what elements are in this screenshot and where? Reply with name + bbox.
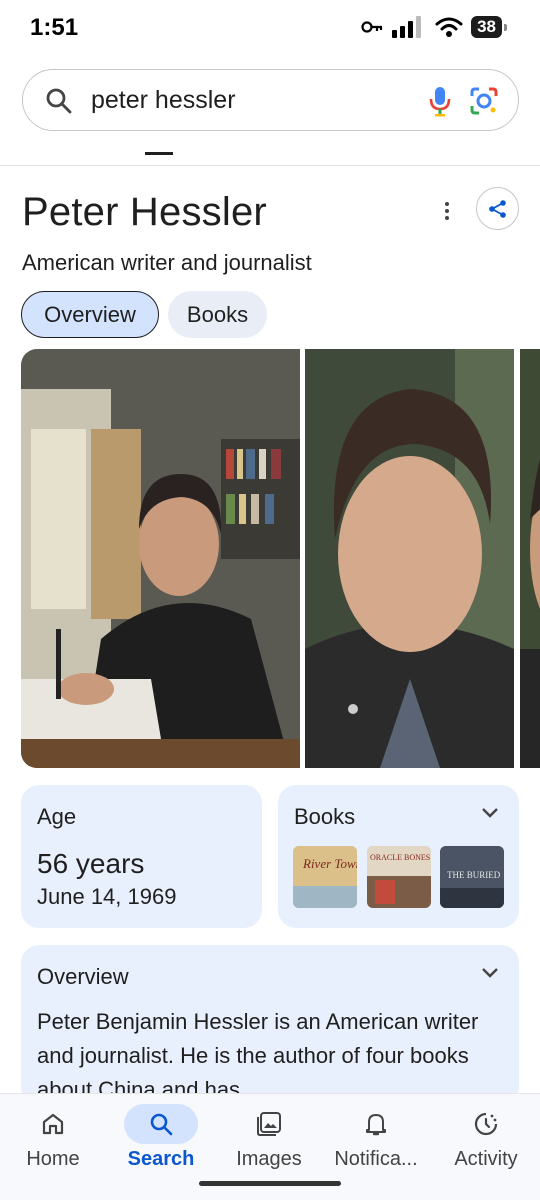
photo-1[interactable] — [21, 349, 300, 768]
home-icon — [42, 1113, 64, 1135]
photo-2[interactable] — [305, 349, 514, 768]
key-icon — [361, 21, 383, 33]
search-tab-strip[interactable] — [0, 140, 540, 166]
overview-card[interactable]: Overview Peter Benjamin Hessler is an Am… — [21, 945, 519, 1105]
nav-activity[interactable]: Activity — [432, 1094, 540, 1194]
photo-3[interactable] — [520, 349, 540, 768]
book-title-2: ORACLE BONES — [370, 853, 430, 862]
entity-title: Peter Hessler — [22, 190, 267, 234]
status-time: 1:51 — [30, 14, 79, 41]
wifi-icon — [435, 17, 463, 37]
image-carousel[interactable] — [21, 349, 540, 768]
age-value: 56 years — [37, 848, 145, 879]
chip-overview[interactable]: Overview — [21, 291, 159, 338]
overview-label: Overview — [37, 964, 129, 989]
home-indicator[interactable] — [199, 1181, 341, 1186]
chevron-down-icon[interactable] — [481, 807, 499, 819]
share-icon — [488, 199, 506, 218]
chip-books[interactable]: Books — [168, 291, 267, 338]
age-card[interactable]: Age 56 years June 14, 1969 — [21, 785, 262, 928]
book-title-1: River Town — [302, 856, 357, 871]
nav-search[interactable]: Search — [108, 1094, 214, 1194]
books-label: Books — [294, 804, 356, 829]
status-icons: 38 — [361, 16, 507, 38]
book-cover-oracle-bones[interactable]: ORACLE BONES — [367, 846, 431, 908]
books-card[interactable]: Books River Town ORACLE BONES THE BURIED — [278, 785, 519, 928]
bell-icon — [366, 1114, 386, 1136]
overview-text: Peter Benjamin Hessler is an American wr… — [37, 1009, 479, 1102]
nav-search-label: Search — [127, 1148, 195, 1170]
signal-icon — [392, 16, 422, 38]
google-lens-icon[interactable] — [468, 85, 500, 117]
nav-home-label: Home — [26, 1148, 80, 1170]
birth-date: June 14, 1969 — [37, 884, 177, 909]
chevron-down-icon[interactable] — [481, 967, 499, 979]
nav-activity-label: Activity — [454, 1148, 518, 1170]
nav-notifications[interactable]: Notifica... — [322, 1094, 430, 1194]
book-cover-river-town[interactable]: River Town — [293, 846, 357, 908]
search-bar[interactable]: peter hessler — [22, 69, 519, 131]
active-tab-indicator — [145, 152, 173, 155]
nav-images[interactable]: Images — [216, 1094, 322, 1194]
microphone-icon[interactable] — [427, 85, 453, 117]
activity-icon — [474, 1112, 498, 1136]
entity-subtitle: American writer and journalist — [22, 250, 312, 275]
more-options-icon[interactable] — [438, 199, 456, 223]
images-icon — [257, 1112, 281, 1136]
nav-home[interactable]: Home — [0, 1094, 106, 1194]
status-bar: 1:51 38 — [0, 0, 540, 60]
search-icon — [46, 88, 72, 114]
share-button[interactable] — [476, 187, 519, 230]
book-cover-the-buried[interactable]: THE BURIED — [440, 846, 504, 908]
nav-notifications-label: Notifica... — [334, 1148, 418, 1170]
battery-indicator: 38 — [471, 16, 507, 38]
search-input[interactable]: peter hessler — [91, 86, 236, 115]
age-label: Age — [37, 804, 77, 829]
book-title-3: THE BURIED — [447, 870, 501, 880]
search-icon — [150, 1113, 173, 1136]
nav-images-label: Images — [236, 1148, 302, 1170]
